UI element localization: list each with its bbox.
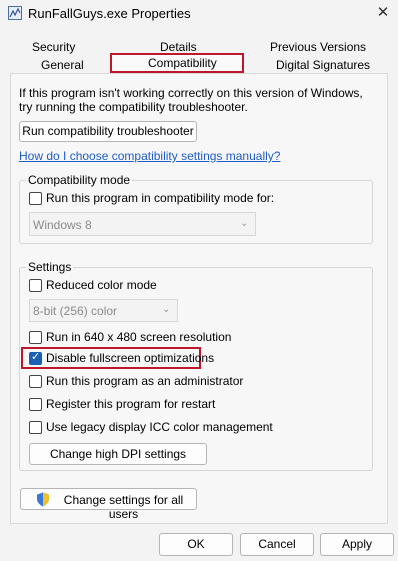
legacy-icc-label: Use legacy display ICC color management: [46, 420, 273, 434]
color-depth-select[interactable]: 8-bit (256) color ⌄: [29, 299, 178, 322]
apply-button[interactable]: Apply: [320, 533, 394, 556]
compatibility-mode-legend: Compatibility mode: [26, 173, 133, 187]
color-depth-value: 8-bit (256) color: [33, 304, 118, 318]
window-title: RunFallGuys.exe Properties: [28, 6, 191, 21]
chevron-down-icon: ⌄: [240, 218, 249, 229]
reduced-color-label: Reduced color mode: [46, 278, 157, 292]
change-settings-all-users-button[interactable]: Change settings for all users: [20, 488, 197, 521]
shield-icon: [37, 492, 49, 507]
register-restart-label: Register this program for restart: [46, 397, 216, 411]
run-640-label: Run in 640 x 480 screen resolution: [46, 330, 232, 344]
checkmark-icon: ✓: [31, 351, 41, 363]
compat-mode-label: Run this program in compatibility mode f…: [46, 191, 275, 205]
intro-line-2: try running the compatibility troublesho…: [19, 100, 248, 114]
chart-app-icon: [8, 6, 22, 20]
disable-fullscreen-checkbox[interactable]: ✓: [29, 351, 42, 365]
settings-group: [19, 267, 373, 471]
tab-details[interactable]: Details: [160, 40, 197, 54]
chevron-down-icon: ⌄: [162, 304, 171, 315]
compat-mode-checkbox[interactable]: [29, 192, 42, 205]
legacy-icc-checkbox[interactable]: [29, 421, 42, 434]
title-bar: RunFallGuys.exe Properties ✕: [0, 0, 398, 28]
run-troubleshooter-button[interactable]: Run compatibility troubleshooter: [19, 121, 197, 142]
change-high-dpi-button[interactable]: Change high DPI settings: [29, 443, 207, 465]
tab-row-1: Security Details Previous Versions: [10, 38, 390, 54]
intro-line-1: If this program isn't working correctly …: [19, 86, 363, 100]
all-users-label: Change settings for all users: [63, 493, 184, 521]
tab-security[interactable]: Security: [32, 40, 75, 54]
tab-compatibility[interactable]: Compatibility: [148, 56, 217, 70]
run-admin-checkbox[interactable]: [29, 375, 42, 388]
os-select-value: Windows 8: [33, 218, 92, 232]
tab-row-2: General Compatibility Digital Signatures: [10, 55, 390, 73]
register-restart-checkbox[interactable]: [29, 398, 42, 411]
disable-fullscreen-label: Disable fullscreen optimizations: [46, 351, 215, 365]
run-640-checkbox[interactable]: [29, 331, 42, 344]
reduced-color-checkbox[interactable]: [29, 279, 42, 292]
os-select[interactable]: Windows 8 ⌄: [29, 212, 256, 236]
tab-digital-signatures[interactable]: Digital Signatures: [276, 58, 370, 72]
tab-general[interactable]: General: [41, 58, 84, 72]
settings-legend: Settings: [26, 260, 74, 274]
ok-button[interactable]: OK: [159, 533, 233, 556]
tab-previous-versions[interactable]: Previous Versions: [270, 40, 366, 54]
close-icon[interactable]: ✕: [372, 3, 394, 23]
help-link[interactable]: How do I choose compatibility settings m…: [19, 149, 280, 163]
run-admin-label: Run this program as an administrator: [46, 374, 244, 388]
cancel-button[interactable]: Cancel: [240, 533, 314, 556]
